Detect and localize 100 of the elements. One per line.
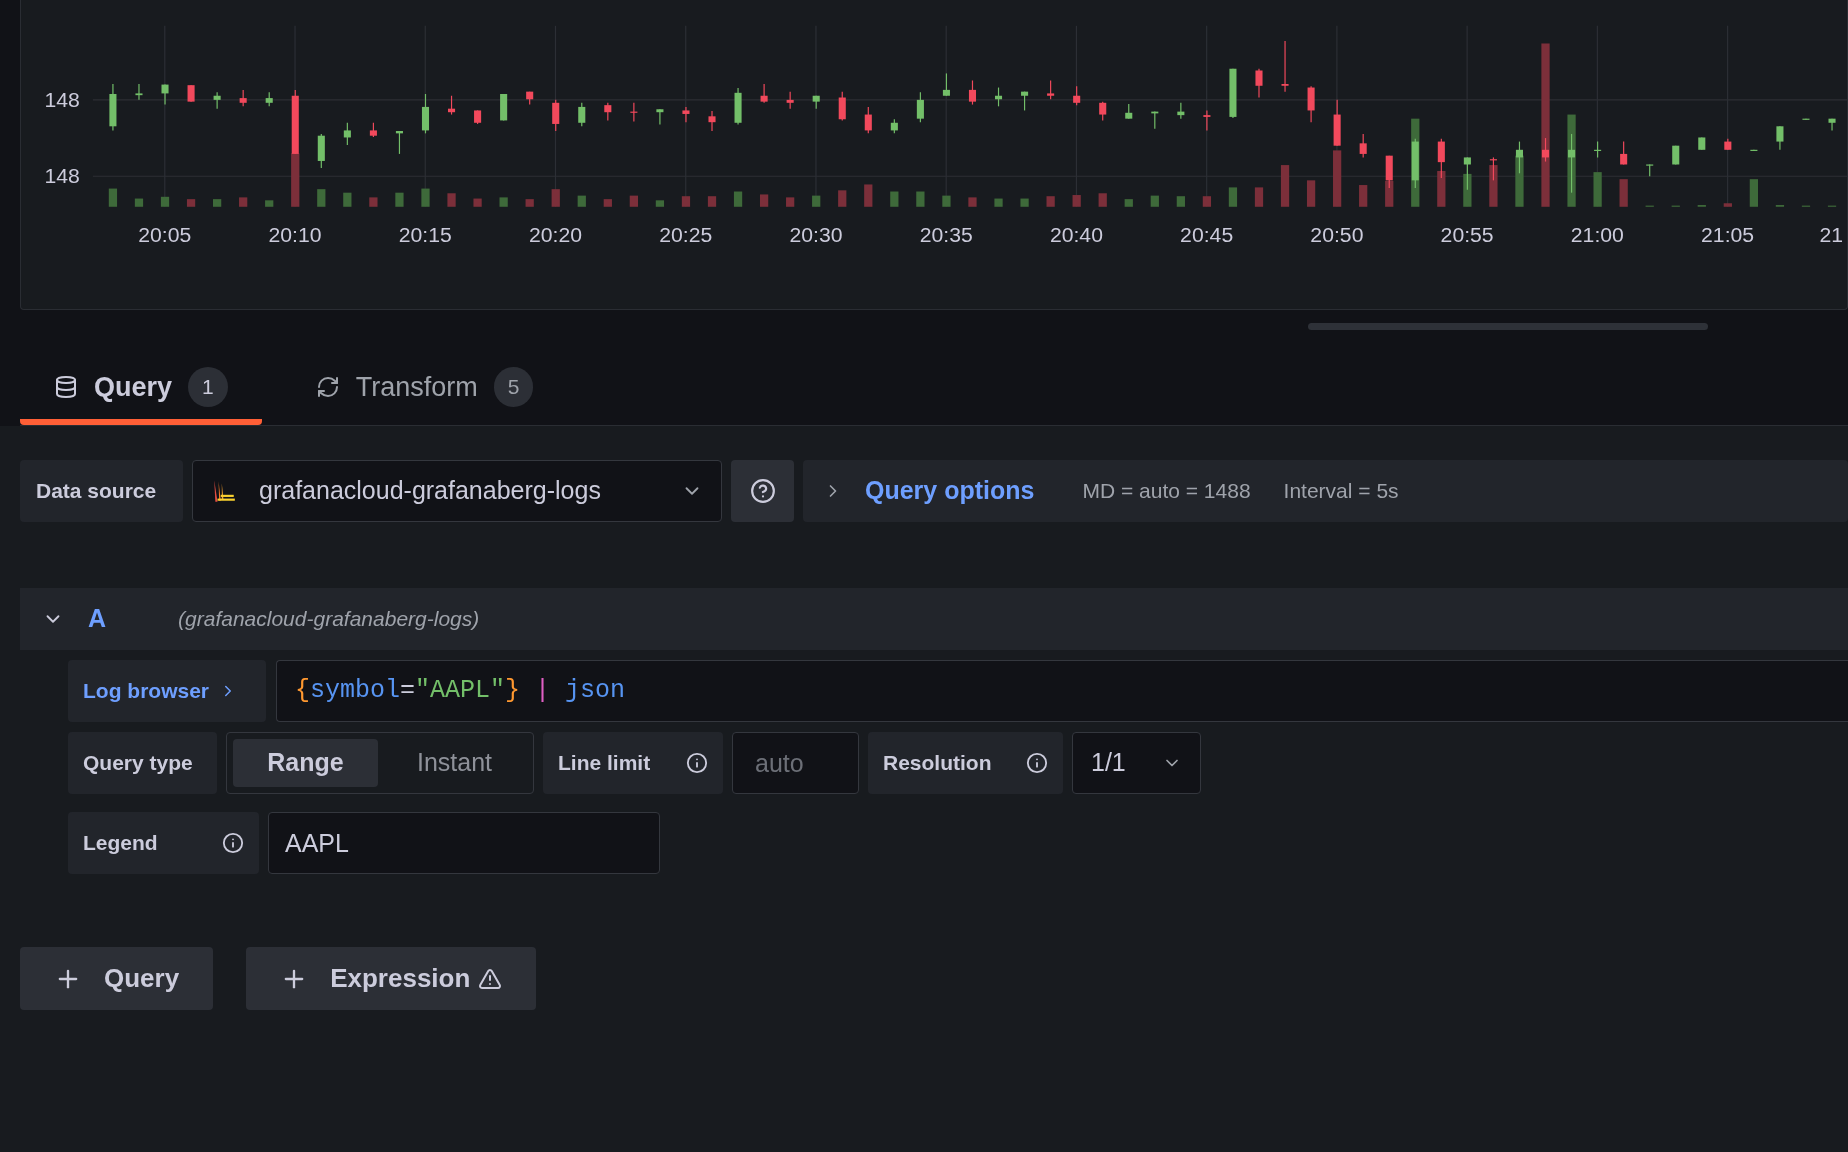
axis-label: 20:40 bbox=[1049, 223, 1103, 246]
database-icon bbox=[54, 375, 78, 399]
volume-bar bbox=[1306, 180, 1316, 207]
candle bbox=[786, 91, 794, 110]
query-editor[interactable]: {symbol="AAPL"} | json bbox=[276, 660, 1848, 722]
volume-bar bbox=[1202, 196, 1212, 207]
volume-bar bbox=[1489, 165, 1498, 207]
candle bbox=[1802, 118, 1810, 121]
volume-bar bbox=[525, 199, 534, 207]
candle bbox=[448, 95, 456, 116]
candle bbox=[1073, 85, 1081, 106]
volume-bar bbox=[291, 153, 300, 207]
help-button[interactable] bbox=[731, 460, 794, 522]
axis-label: 20:45 bbox=[1180, 223, 1234, 246]
data-source-select[interactable]: grafanacloud-grafanaberg-logs bbox=[192, 460, 722, 522]
legend-input[interactable]: AAPL bbox=[268, 812, 660, 874]
tab[interactable]: Transform 5 bbox=[281, 355, 568, 425]
candle bbox=[1776, 125, 1784, 151]
volume-bar bbox=[1385, 180, 1394, 207]
candle bbox=[1620, 141, 1628, 166]
volume-bar bbox=[551, 189, 560, 207]
volume-bar bbox=[760, 194, 769, 207]
info-icon bbox=[1026, 752, 1048, 774]
candle bbox=[1099, 101, 1107, 122]
candle bbox=[734, 87, 742, 126]
candle bbox=[604, 102, 612, 122]
resolution-select[interactable]: 1/1 bbox=[1072, 732, 1201, 794]
candle bbox=[1646, 163, 1654, 177]
candle bbox=[265, 91, 273, 107]
volume-bar bbox=[1515, 155, 1524, 207]
volume-bar bbox=[395, 192, 404, 207]
add-button[interactable]: Query bbox=[20, 947, 214, 1010]
field-label: Line limit bbox=[558, 750, 651, 777]
line-limit-input[interactable]: auto bbox=[732, 732, 859, 794]
volume-bar bbox=[447, 193, 456, 207]
volume-bar bbox=[1072, 195, 1081, 207]
volume-bar bbox=[239, 197, 248, 207]
candle bbox=[343, 122, 351, 146]
candle bbox=[421, 93, 430, 134]
candle bbox=[1151, 111, 1159, 130]
volume-bar bbox=[942, 195, 951, 207]
candle bbox=[578, 102, 586, 127]
axis-label: 148 bbox=[44, 87, 80, 111]
volume-bar bbox=[1254, 187, 1264, 207]
candle bbox=[291, 89, 299, 155]
candle bbox=[1411, 138, 1419, 189]
candle bbox=[1177, 102, 1185, 120]
volume-bar bbox=[1046, 196, 1055, 207]
field-label: Data source bbox=[20, 460, 183, 522]
volume-bar bbox=[1359, 185, 1368, 207]
candle bbox=[1672, 145, 1680, 166]
candle bbox=[1489, 156, 1497, 181]
volume-bar bbox=[838, 190, 847, 207]
volume-bar bbox=[1723, 203, 1732, 207]
query-options-toggle[interactable]: Query options bbox=[823, 472, 1035, 510]
volume-bar bbox=[134, 198, 144, 207]
candle bbox=[1203, 109, 1211, 131]
candle bbox=[838, 91, 846, 122]
help-icon bbox=[749, 478, 776, 504]
scrollbar[interactable] bbox=[1308, 323, 1708, 330]
volume-bar bbox=[786, 197, 795, 207]
volume-bar bbox=[1150, 195, 1159, 207]
radio-option[interactable]: Instant bbox=[382, 739, 527, 787]
candle bbox=[1307, 85, 1315, 123]
volume-bar bbox=[1020, 198, 1029, 207]
candle bbox=[1125, 103, 1133, 120]
radio-option[interactable]: Range bbox=[233, 739, 378, 787]
axis-label: 21:00 bbox=[1570, 223, 1624, 246]
candle bbox=[474, 109, 482, 125]
log-browser-button[interactable]: Log browser bbox=[68, 660, 266, 722]
info-icon bbox=[686, 752, 708, 774]
candle bbox=[890, 118, 898, 134]
candle bbox=[656, 108, 664, 126]
candle bbox=[213, 91, 221, 110]
candle bbox=[1021, 91, 1029, 112]
candle bbox=[1047, 79, 1055, 100]
volume-bar bbox=[1463, 173, 1472, 207]
axis-label: 20:30 bbox=[789, 223, 843, 246]
candle bbox=[1724, 138, 1732, 151]
volume-bar bbox=[213, 199, 222, 207]
volume-bar bbox=[1593, 172, 1602, 207]
candle bbox=[500, 93, 508, 122]
volume-bar bbox=[473, 198, 482, 207]
candle bbox=[317, 133, 325, 169]
candle bbox=[864, 106, 872, 134]
candle bbox=[995, 86, 1003, 107]
axis-label: 20:50 bbox=[1310, 223, 1364, 246]
candle bbox=[395, 130, 403, 155]
volume-bar bbox=[968, 197, 977, 207]
candle bbox=[1385, 155, 1393, 189]
volume-bar bbox=[890, 191, 899, 207]
volume-bar bbox=[1176, 196, 1185, 207]
add-button[interactable]: Expression bbox=[246, 947, 537, 1010]
candle bbox=[1698, 136, 1706, 151]
field-label: Legend bbox=[83, 830, 158, 857]
max-data-points-text: MD = auto = 1488 bbox=[1082, 478, 1251, 505]
candle bbox=[1333, 99, 1341, 147]
candle bbox=[708, 110, 716, 132]
axis-label: 21:05 bbox=[1701, 223, 1755, 246]
candle bbox=[1281, 40, 1289, 93]
